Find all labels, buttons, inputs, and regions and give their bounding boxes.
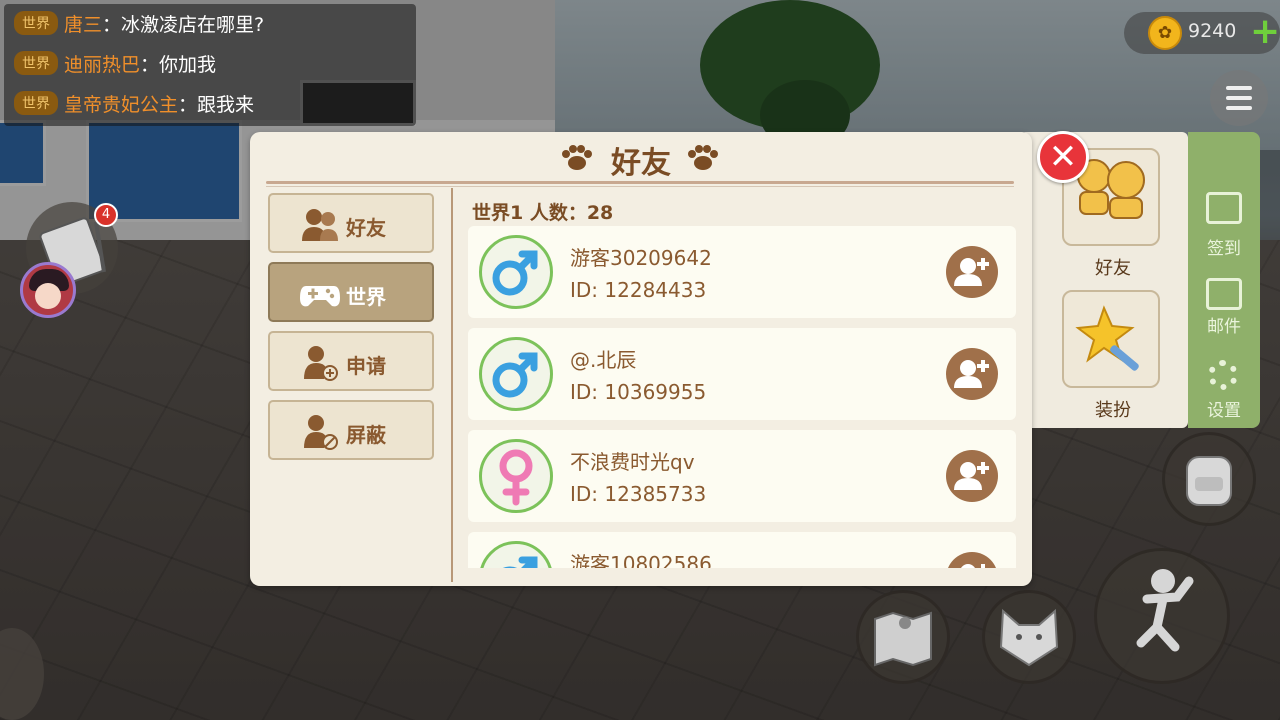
dressup-tile[interactable] [1062,290,1160,388]
player-row[interactable]: 不浪费时光qv ID: 12385733 [468,430,1016,522]
tab-world[interactable]: 世界 [268,262,434,322]
add-friend-button[interactable] [946,552,998,568]
jump-icon [1136,569,1194,652]
male-icon [492,352,538,398]
chat-colon: ： [102,13,122,36]
settings-label[interactable]: 设置 [1188,396,1260,421]
world-player-count: 世界1 人数：28 [472,202,614,224]
chat-line: 世界 唐三 ： 冰激凌店在哪里? [14,8,264,38]
friends-tile-label: 好友 [1095,258,1131,279]
player-name: @.北辰 [570,348,637,372]
paw-coin-icon: ✿ [1148,16,1182,50]
chat-channel-tag: 世界 [14,91,58,115]
gear-icon[interactable] [1208,360,1238,390]
chat-colon: ： [140,53,160,76]
player-id: ID: 12284433 [570,278,707,302]
mail-label[interactable]: 邮件 [1188,312,1260,337]
tab-requests[interactable]: 申请 [268,331,434,391]
backpack-icon [1186,456,1232,506]
emote-button[interactable] [982,590,1076,684]
player-name: 不浪费时光qv [570,450,695,474]
checkin-icon[interactable] [1206,192,1242,224]
cat-face-icon [999,608,1059,667]
title-divider [266,186,1014,187]
dressup-tile-label: 装扮 [1095,400,1131,421]
male-icon [502,556,538,568]
chat-message: 跟我来 [197,93,255,116]
chat-sender: 唐三 [64,13,103,36]
female-icon [499,449,533,506]
friends-icon [302,209,338,241]
title-divider [266,181,1014,184]
panel-divider [451,188,453,582]
player-row[interactable]: 游客30209642 ID: 12284433 [468,226,1016,318]
add-friend-button[interactable] [946,450,998,502]
jump-button[interactable] [1094,548,1230,684]
close-button[interactable]: ✕ [1037,131,1089,183]
player-id: ID: 10369955 [570,380,707,404]
notification-badge: 4 [94,203,118,227]
add-friend-icon [954,462,989,490]
backpack-button[interactable] [1162,432,1256,526]
tab-label: 申请 [346,354,386,378]
gender-badge [479,235,553,309]
close-icon: ✕ [1048,137,1078,177]
chat-channel-tag: 世界 [14,51,58,75]
chat-channel-tag: 世界 [14,11,58,35]
add-friend-icon [954,258,989,286]
player-id: ID: 12385733 [570,482,707,506]
chat-line: 世界 皇帝贵妃公主 ： 跟我来 [14,88,254,118]
tab-label: 好友 [346,216,386,240]
chat-sender: 迪丽热巴 [64,53,141,76]
player-avatar[interactable] [20,262,76,318]
chat-colon: ： [178,93,198,116]
tab-blocked[interactable]: 屏蔽 [268,400,434,460]
male-icon [492,250,538,296]
player-row[interactable]: 游客10802586 [468,532,1016,568]
player-row[interactable]: @.北辰 ID: 10369955 [468,328,1016,420]
add-friend-button[interactable] [946,246,998,298]
world-chat[interactable]: 世界 唐三 ： 冰激凌店在哪里? 世界 迪丽热巴 ： 你加我 世界 皇帝贵妃公主… [4,4,416,126]
add-friend-icon [961,564,989,568]
tab-friends[interactable]: 好友 [268,193,434,253]
gamepad-icon [300,286,340,307]
chat-message: 你加我 [159,53,217,76]
add-friend-button[interactable] [946,348,998,400]
player-list[interactable]: 游客30209642 ID: 12284433 @.北辰 ID: 1036995… [468,226,1016,568]
magic-wand-icon [1075,305,1139,371]
player-name: 游客10802586 [570,552,712,568]
gender-badge [479,439,553,513]
player-name: 游客30209642 [570,246,712,270]
request-icon [304,346,338,381]
gender-badge [479,541,553,568]
mail-icon[interactable] [1206,278,1242,310]
checkin-label[interactable]: 签到 [1188,234,1260,259]
map-icon [874,611,932,667]
tab-label: 世界 [346,285,386,309]
chat-sender: 皇帝贵妃公主 [64,93,179,116]
menu-button[interactable] [1210,70,1268,126]
gender-badge [479,337,553,411]
add-friend-icon [954,360,989,388]
map-button[interactable] [856,590,950,684]
coin-value: 9240 [1188,20,1237,42]
chat-line: 世界 迪丽热巴 ： 你加我 [14,48,216,78]
paw-icon [688,145,718,170]
add-coins-button[interactable]: + [1250,14,1280,50]
block-icon [304,415,338,450]
chat-message: 冰激凌店在哪里? [121,13,265,36]
tab-label: 屏蔽 [346,423,386,447]
